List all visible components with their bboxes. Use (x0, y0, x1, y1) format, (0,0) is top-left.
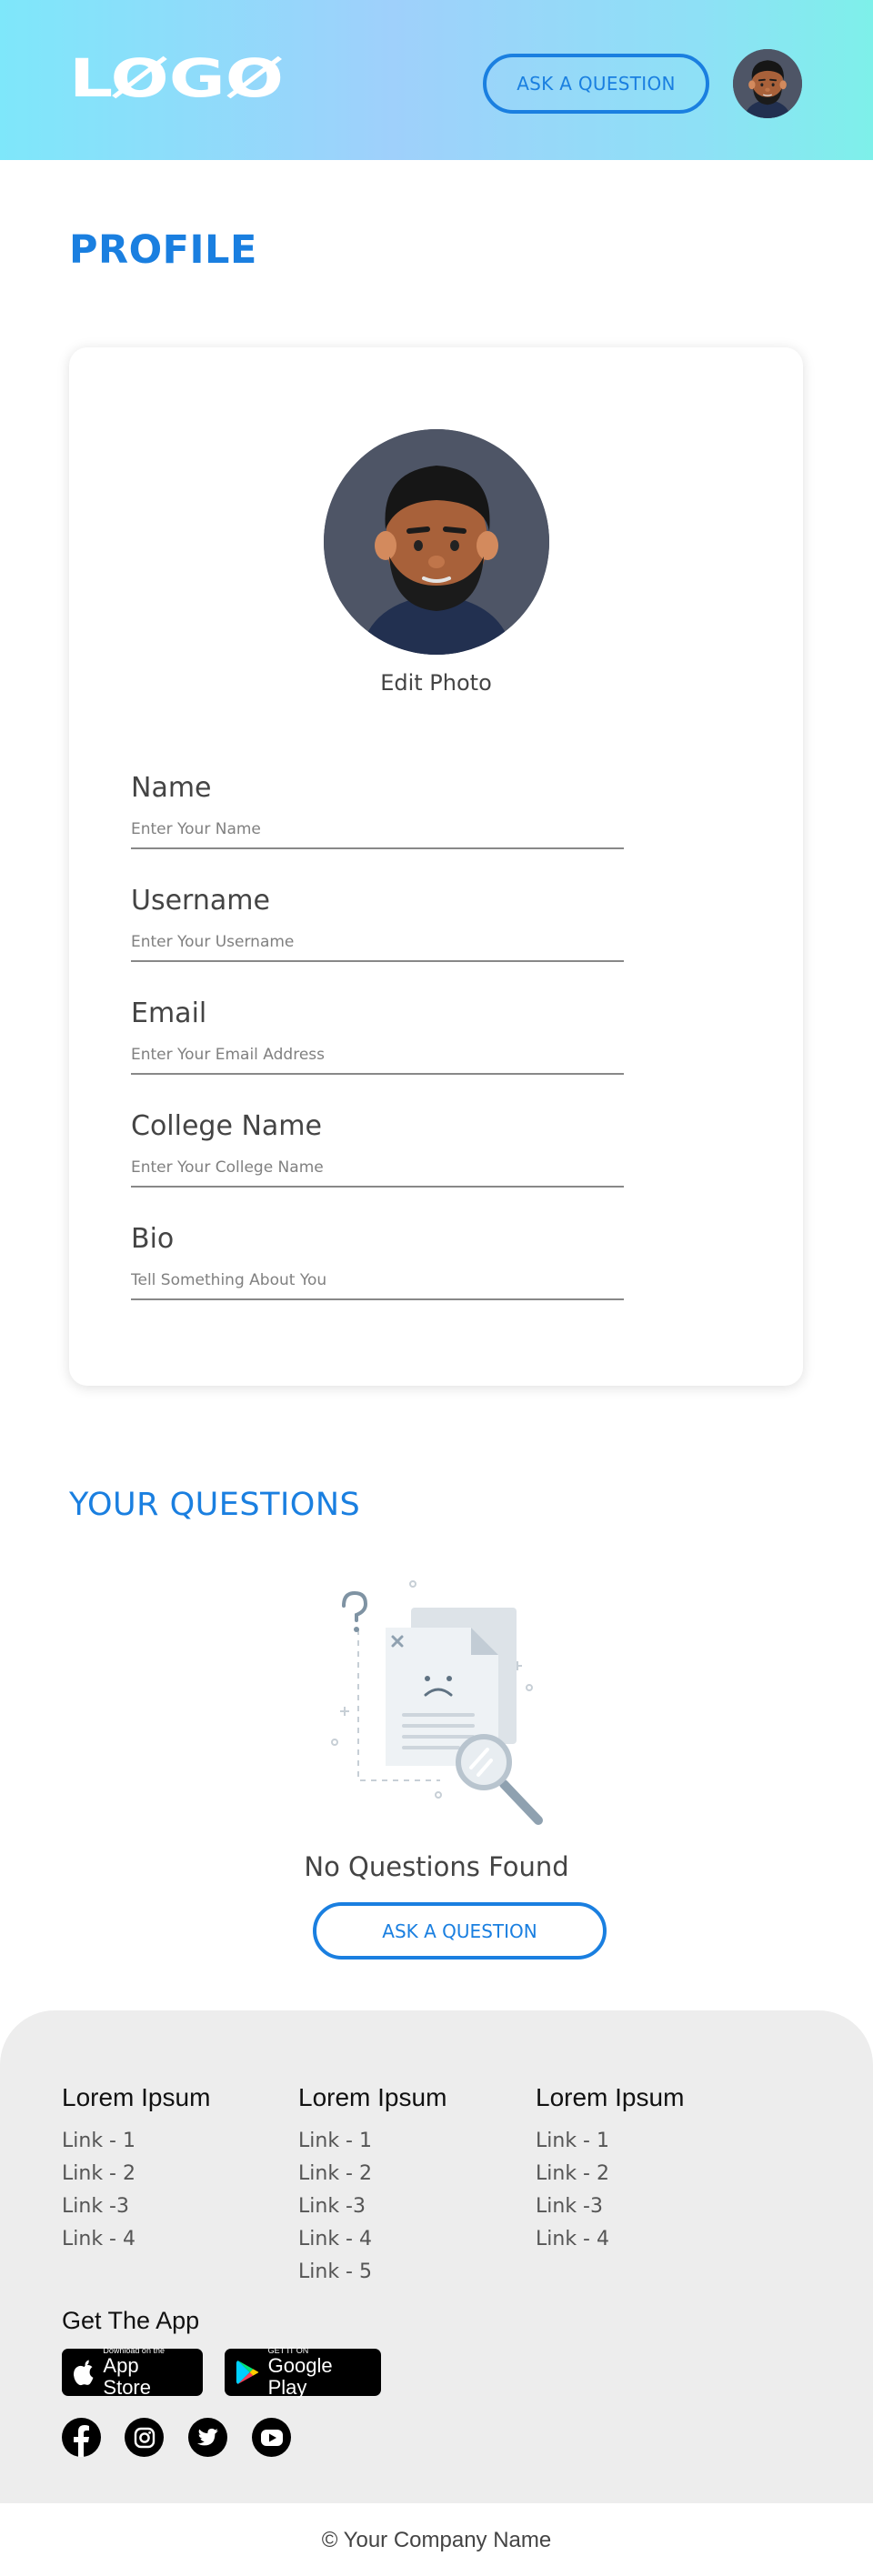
footer-column-heading: Lorem Ipsum (536, 2083, 685, 2111)
bio-input[interactable] (131, 1271, 624, 1300)
copyright: © Your Company Name (0, 2504, 873, 2576)
email-field: Email (131, 997, 624, 1075)
profile-photo[interactable] (324, 429, 549, 655)
email-label: Email (131, 997, 207, 1029)
instagram-glyph (134, 2427, 155, 2448)
footer-link[interactable]: Link -3 (62, 2190, 210, 2223)
footer-column-2: Lorem Ipsum Link - 1 Link - 2 Link -3 Li… (298, 2083, 447, 2289)
google-play-badge[interactable]: GET IT ON Google Play (225, 2346, 381, 2399)
email-input[interactable] (131, 1046, 624, 1075)
footer-link[interactable]: Link - 2 (536, 2158, 684, 2190)
instagram-icon[interactable] (125, 2418, 164, 2457)
footer-link[interactable]: Link - 1 (62, 2125, 210, 2158)
footer-column-heading: Lorem Ipsum (62, 2083, 211, 2111)
ask-question-button[interactable]: ASK A QUESTION (313, 1902, 607, 1960)
footer-column-1: Lorem Ipsum Link - 1 Link - 2 Link -3 Li… (62, 2083, 210, 2256)
app-store-badge[interactable]: Download on the App Store (62, 2346, 203, 2399)
footer-link[interactable]: Link - 1 (536, 2125, 684, 2158)
name-input[interactable] (131, 820, 624, 849)
get-the-app-heading: Get The App (62, 2307, 200, 2334)
footer-link[interactable]: Link - 2 (298, 2158, 447, 2190)
footer-link[interactable]: Link - 4 (298, 2223, 447, 2256)
site-footer: Lorem Ipsum Link - 1 Link - 2 Link -3 Li… (0, 2010, 873, 2503)
college-name-label: College Name (131, 1110, 322, 1142)
footer-column-heading: Lorem Ipsum (298, 2083, 447, 2111)
college-name-input[interactable] (131, 1158, 624, 1188)
avatar-illustration (733, 49, 802, 118)
username-field: Username (131, 885, 624, 962)
empty-state-illustration (331, 1580, 543, 1825)
bio-label: Bio (131, 1223, 175, 1255)
facebook-glyph (74, 2425, 89, 2457)
footer-link[interactable]: Link - 1 (298, 2125, 447, 2158)
avatar-illustration (324, 429, 549, 655)
user-avatar[interactable] (733, 49, 802, 118)
youtube-glyph (260, 2429, 283, 2446)
facebook-icon[interactable] (62, 2418, 101, 2457)
twitter-glyph (196, 2428, 218, 2445)
google-play-big-text: Google Play (267, 2354, 333, 2399)
username-input[interactable] (131, 933, 624, 962)
footer-link[interactable]: Link -3 (536, 2190, 684, 2223)
twitter-icon[interactable] (188, 2418, 227, 2457)
footer-link[interactable]: Link - 2 (62, 2158, 210, 2190)
site-header: LØGØ ASK A QUESTION (0, 0, 873, 160)
profile-title: PROFILE (69, 227, 257, 273)
youtube-icon[interactable] (252, 2418, 291, 2457)
app-store-text: Download on the App Store (103, 2346, 190, 2399)
logo-text: LØGØ (69, 51, 284, 105)
college-name-field: College Name (131, 1110, 624, 1188)
name-field: Name (131, 772, 624, 849)
footer-link[interactable]: Link - 5 (298, 2256, 447, 2289)
footer-link[interactable]: Link -3 (298, 2190, 447, 2223)
profile-card: Edit Photo Name Username Email College N… (69, 347, 803, 1386)
footer-link[interactable]: Link - 4 (536, 2223, 684, 2256)
bio-field: Bio (131, 1223, 624, 1300)
your-questions-title: YOUR QUESTIONS (69, 1487, 361, 1523)
footer-column-3: Lorem Ipsum Link - 1 Link - 2 Link -3 Li… (536, 2083, 684, 2256)
username-label: Username (131, 885, 270, 917)
ask-question-button-header[interactable]: ASK A QUESTION (483, 54, 709, 114)
name-label: Name (131, 772, 212, 804)
app-store-big-text: App Store (103, 2354, 151, 2399)
footer-link[interactable]: Link - 4 (62, 2223, 210, 2256)
google-play-icon (236, 2360, 259, 2384)
google-play-text: GET IT ON Google Play (268, 2346, 368, 2399)
logo[interactable]: LØGØ (69, 51, 287, 105)
edit-photo-link[interactable]: Edit Photo (69, 670, 803, 696)
no-questions-text: No Questions Found (304, 1851, 569, 1882)
apple-icon (73, 2360, 94, 2386)
